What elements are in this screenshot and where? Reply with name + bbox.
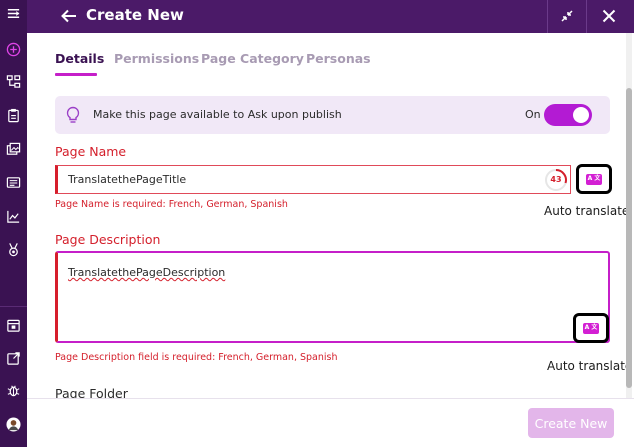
calendar-icon[interactable] [4,316,23,335]
translate-icon: A文 [586,173,602,185]
page-name-input[interactable]: TranslatethePageTitle [55,165,571,194]
add-circle-icon[interactable] [4,40,23,59]
dialog-header: Create New [27,0,634,33]
collapse-icon[interactable] [556,6,578,26]
back-arrow-icon[interactable] [58,6,80,26]
page-name-value: TranslatethePageTitle [68,173,187,186]
user-avatar[interactable] [4,415,23,434]
clipboard-icon[interactable] [4,106,23,125]
ask-availability-toggle[interactable] [544,104,592,126]
tab-permissions[interactable]: Permissions [114,51,199,67]
toggle-knob [573,107,589,123]
dialog-footer: Create New [27,398,634,447]
page-name-auto-translate-label: Auto translate [544,204,630,218]
header-divider [547,0,548,33]
page-description-error: Page Description field is required: Fren… [55,352,338,363]
newspaper-icon[interactable] [4,173,23,192]
sitemap-icon[interactable] [4,72,23,91]
tab-personas[interactable]: Personas [306,51,371,67]
images-icon[interactable] [4,140,23,159]
analytics-icon[interactable] [4,207,23,226]
page-description-auto-translate-label: Auto translate [547,359,633,373]
external-link-icon[interactable] [4,349,23,368]
page-description-textarea[interactable]: TranslatethePageDescription [55,251,610,343]
page-name-error: Page Name is required: French, German, S… [55,199,288,210]
page-name-auto-translate-button[interactable]: A文 [576,164,612,194]
tab-page-category[interactable]: Page Category [201,51,304,67]
menu-icon[interactable] [4,4,23,23]
active-tab-indicator [55,73,97,76]
page-description-value: TranslatethePageDescription [68,266,226,279]
left-nav-rail [0,0,27,447]
tab-details[interactable]: Details [55,51,104,67]
scrollbar-thumb[interactable] [626,88,632,388]
rail-divider [0,306,27,307]
ask-availability-banner: Make this page available to Ask upon pub… [55,96,610,134]
page-name-label: Page Name [55,144,127,159]
lightbulb-icon [65,106,81,124]
award-icon[interactable] [4,240,23,259]
character-count: 43 [550,175,562,184]
page-description-label: Page Description [55,232,161,247]
ask-availability-text: Make this page available to Ask upon pub… [93,108,342,121]
dialog-title: Create New [86,6,184,24]
page-description-auto-translate-button[interactable]: A文 [573,313,609,343]
bug-icon[interactable] [4,381,23,400]
create-new-button[interactable]: Create New [528,408,614,438]
vertical-scrollbar[interactable] [626,33,632,398]
translate-icon: A文 [583,322,599,334]
header-divider [586,0,587,33]
toggle-state-label: On [525,108,541,121]
close-icon[interactable] [598,5,620,27]
character-counter: 43 [544,168,568,192]
